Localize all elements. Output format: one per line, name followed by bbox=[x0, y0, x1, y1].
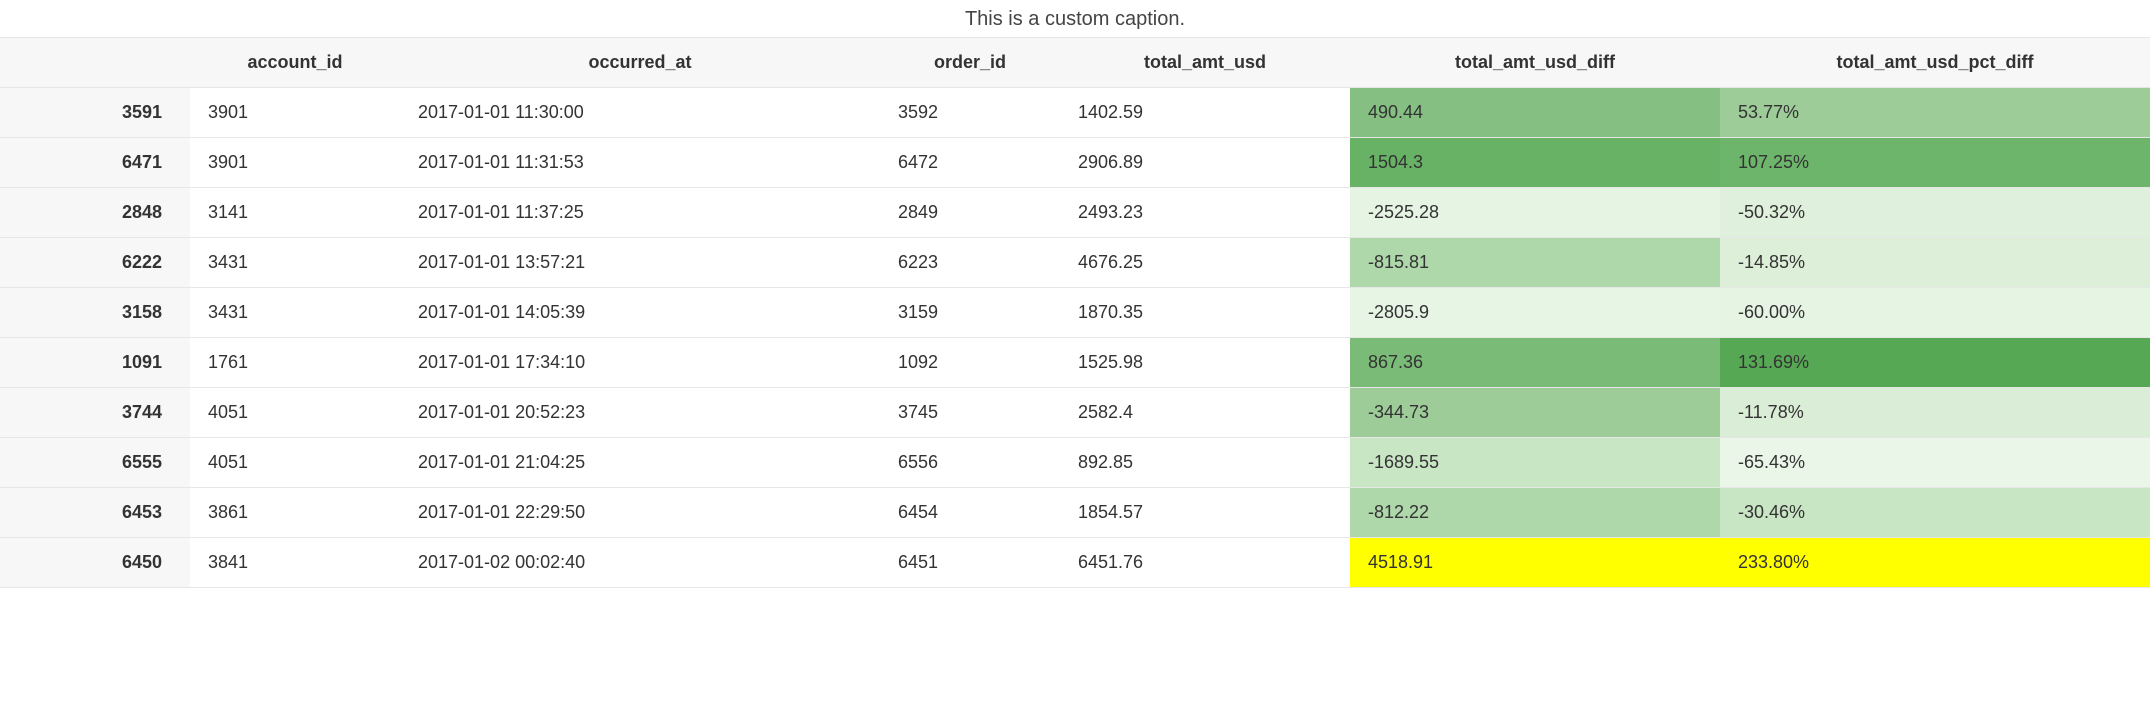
cell-total_amt_usd_diff: 4518.91 bbox=[1350, 538, 1720, 588]
cell-total_amt_usd_pct_diff: -50.32% bbox=[1720, 188, 2150, 238]
column-header: total_amt_usd_pct_diff bbox=[1720, 38, 2150, 88]
column-header: order_id bbox=[880, 38, 1060, 88]
cell-total_amt_usd: 1402.59 bbox=[1060, 88, 1350, 138]
column-header: occurred_at bbox=[400, 38, 880, 88]
cell-total_amt_usd: 4676.25 bbox=[1060, 238, 1350, 288]
cell-total_amt_usd_diff: -1689.55 bbox=[1350, 438, 1720, 488]
cell-order_id: 2849 bbox=[880, 188, 1060, 238]
cell-total_amt_usd: 6451.76 bbox=[1060, 538, 1350, 588]
table-row: 645338612017-01-01 22:29:5064541854.57-8… bbox=[0, 488, 2150, 538]
cell-occurred_at: 2017-01-01 11:31:53 bbox=[400, 138, 880, 188]
table-row: 655540512017-01-01 21:04:256556892.85-16… bbox=[0, 438, 2150, 488]
row-index: 3591 bbox=[0, 88, 190, 138]
cell-total_amt_usd: 2906.89 bbox=[1060, 138, 1350, 188]
cell-total_amt_usd: 1870.35 bbox=[1060, 288, 1350, 338]
cell-order_id: 3159 bbox=[880, 288, 1060, 338]
cell-occurred_at: 2017-01-01 17:34:10 bbox=[400, 338, 880, 388]
cell-account_id: 3901 bbox=[190, 88, 400, 138]
cell-total_amt_usd: 2493.23 bbox=[1060, 188, 1350, 238]
table-caption: This is a custom caption. bbox=[0, 0, 2150, 37]
cell-occurred_at: 2017-01-01 11:30:00 bbox=[400, 88, 880, 138]
cell-total_amt_usd: 2582.4 bbox=[1060, 388, 1350, 438]
row-index: 6222 bbox=[0, 238, 190, 288]
cell-account_id: 3841 bbox=[190, 538, 400, 588]
cell-total_amt_usd_pct_diff: -60.00% bbox=[1720, 288, 2150, 338]
cell-account_id: 1761 bbox=[190, 338, 400, 388]
cell-total_amt_usd_diff: 867.36 bbox=[1350, 338, 1720, 388]
cell-occurred_at: 2017-01-02 00:02:40 bbox=[400, 538, 880, 588]
cell-order_id: 6223 bbox=[880, 238, 1060, 288]
table-row: 374440512017-01-01 20:52:2337452582.4-34… bbox=[0, 388, 2150, 438]
column-header: account_id bbox=[190, 38, 400, 88]
row-index: 6450 bbox=[0, 538, 190, 588]
cell-total_amt_usd_diff: -812.22 bbox=[1350, 488, 1720, 538]
cell-order_id: 3745 bbox=[880, 388, 1060, 438]
data-table: account_id occurred_at order_id total_am… bbox=[0, 37, 2150, 588]
table-row: 359139012017-01-01 11:30:0035921402.5949… bbox=[0, 88, 2150, 138]
cell-account_id: 4051 bbox=[190, 388, 400, 438]
table-row: 315834312017-01-01 14:05:3931591870.35-2… bbox=[0, 288, 2150, 338]
cell-total_amt_usd_diff: -344.73 bbox=[1350, 388, 1720, 438]
cell-total_amt_usd_diff: 1504.3 bbox=[1350, 138, 1720, 188]
cell-total_amt_usd_diff: 490.44 bbox=[1350, 88, 1720, 138]
cell-total_amt_usd_pct_diff: -14.85% bbox=[1720, 238, 2150, 288]
cell-total_amt_usd_pct_diff: -65.43% bbox=[1720, 438, 2150, 488]
table-row: 622234312017-01-01 13:57:2162234676.25-8… bbox=[0, 238, 2150, 288]
cell-total_amt_usd_pct_diff: 107.25% bbox=[1720, 138, 2150, 188]
cell-total_amt_usd_pct_diff: -11.78% bbox=[1720, 388, 2150, 438]
cell-total_amt_usd: 892.85 bbox=[1060, 438, 1350, 488]
cell-order_id: 6472 bbox=[880, 138, 1060, 188]
cell-account_id: 3141 bbox=[190, 188, 400, 238]
cell-occurred_at: 2017-01-01 11:37:25 bbox=[400, 188, 880, 238]
cell-occurred_at: 2017-01-01 14:05:39 bbox=[400, 288, 880, 338]
row-index: 6471 bbox=[0, 138, 190, 188]
row-index: 2848 bbox=[0, 188, 190, 238]
row-index: 1091 bbox=[0, 338, 190, 388]
cell-occurred_at: 2017-01-01 22:29:50 bbox=[400, 488, 880, 538]
styled-table: This is a custom caption. account_id occ… bbox=[0, 0, 2150, 588]
cell-total_amt_usd_pct_diff: 131.69% bbox=[1720, 338, 2150, 388]
cell-total_amt_usd_pct_diff: -30.46% bbox=[1720, 488, 2150, 538]
cell-total_amt_usd: 1854.57 bbox=[1060, 488, 1350, 538]
row-index: 3158 bbox=[0, 288, 190, 338]
cell-total_amt_usd_diff: -2525.28 bbox=[1350, 188, 1720, 238]
cell-occurred_at: 2017-01-01 13:57:21 bbox=[400, 238, 880, 288]
cell-account_id: 3861 bbox=[190, 488, 400, 538]
table-row: 284831412017-01-01 11:37:2528492493.23-2… bbox=[0, 188, 2150, 238]
cell-total_amt_usd_diff: -815.81 bbox=[1350, 238, 1720, 288]
cell-occurred_at: 2017-01-01 20:52:23 bbox=[400, 388, 880, 438]
cell-order_id: 6454 bbox=[880, 488, 1060, 538]
cell-occurred_at: 2017-01-01 21:04:25 bbox=[400, 438, 880, 488]
cell-order_id: 3592 bbox=[880, 88, 1060, 138]
column-header: total_amt_usd bbox=[1060, 38, 1350, 88]
cell-account_id: 4051 bbox=[190, 438, 400, 488]
cell-order_id: 6451 bbox=[880, 538, 1060, 588]
header-row: account_id occurred_at order_id total_am… bbox=[0, 38, 2150, 88]
cell-account_id: 3901 bbox=[190, 138, 400, 188]
table-row: 645038412017-01-02 00:02:4064516451.7645… bbox=[0, 538, 2150, 588]
cell-order_id: 6556 bbox=[880, 438, 1060, 488]
row-index: 3744 bbox=[0, 388, 190, 438]
corner-cell bbox=[0, 38, 190, 88]
row-index: 6555 bbox=[0, 438, 190, 488]
cell-order_id: 1092 bbox=[880, 338, 1060, 388]
column-header: total_amt_usd_diff bbox=[1350, 38, 1720, 88]
cell-total_amt_usd_pct_diff: 233.80% bbox=[1720, 538, 2150, 588]
cell-total_amt_usd_pct_diff: 53.77% bbox=[1720, 88, 2150, 138]
cell-total_amt_usd_diff: -2805.9 bbox=[1350, 288, 1720, 338]
table-row: 647139012017-01-01 11:31:5364722906.8915… bbox=[0, 138, 2150, 188]
cell-account_id: 3431 bbox=[190, 288, 400, 338]
table-row: 109117612017-01-01 17:34:1010921525.9886… bbox=[0, 338, 2150, 388]
cell-account_id: 3431 bbox=[190, 238, 400, 288]
row-index: 6453 bbox=[0, 488, 190, 538]
cell-total_amt_usd: 1525.98 bbox=[1060, 338, 1350, 388]
